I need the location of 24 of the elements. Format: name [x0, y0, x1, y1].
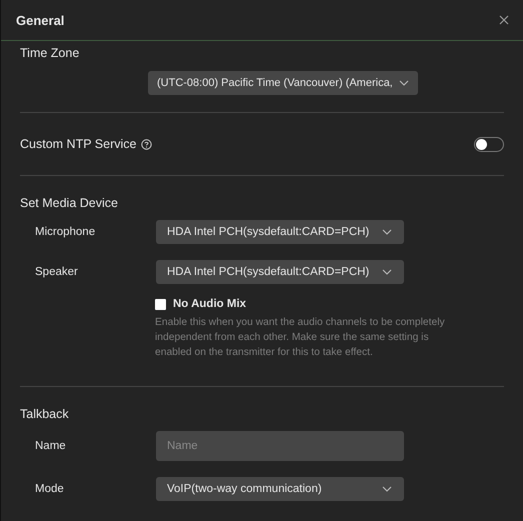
ntp-toggle[interactable] — [474, 136, 504, 152]
section-title: Time Zone — [20, 46, 80, 60]
chevron-down-icon — [398, 80, 409, 86]
dialog-title: General — [16, 12, 64, 28]
section-title: Custom NTP Service — [20, 137, 136, 151]
name-input-field[interactable]: Name — [156, 431, 404, 461]
section-title: Talkback — [20, 407, 70, 421]
chevron-down-icon — [382, 269, 392, 275]
chevron-down-icon — [382, 229, 392, 235]
device-dropdown[interactable]: HDA Intel PCH(sysdefault:CARD=PCH) — [156, 260, 404, 284]
device-dropdown[interactable]: HDA Intel PCH(sysdefault:CARD=PCH) — [156, 220, 404, 244]
field-label: Mode — [34, 483, 65, 495]
description-text: Enable this when you want the audio channels to be completely independent from each other. Make sure the same setting is enabled on the transmitter for this to take effect. — [155, 316, 446, 360]
checkbox-label: No Audio Mix — [173, 298, 246, 310]
section-title: Set Media Device — [20, 196, 119, 210]
field-label: Microphone — [34, 226, 96, 238]
checkbox[interactable] — [155, 298, 166, 310]
mode-dropdown[interactable]: VoIP(two-way communication) — [156, 477, 404, 501]
chevron-down-icon — [382, 486, 392, 492]
help-icon[interactable] — [141, 138, 152, 150]
field-label: Speaker — [34, 266, 79, 278]
field-label: Name — [34, 440, 67, 452]
close-icon[interactable] — [499, 15, 509, 25]
time-zone-dropdown[interactable]: (UTC-08:00) Pacific Time (Vancouver) (America, — [148, 71, 418, 95]
